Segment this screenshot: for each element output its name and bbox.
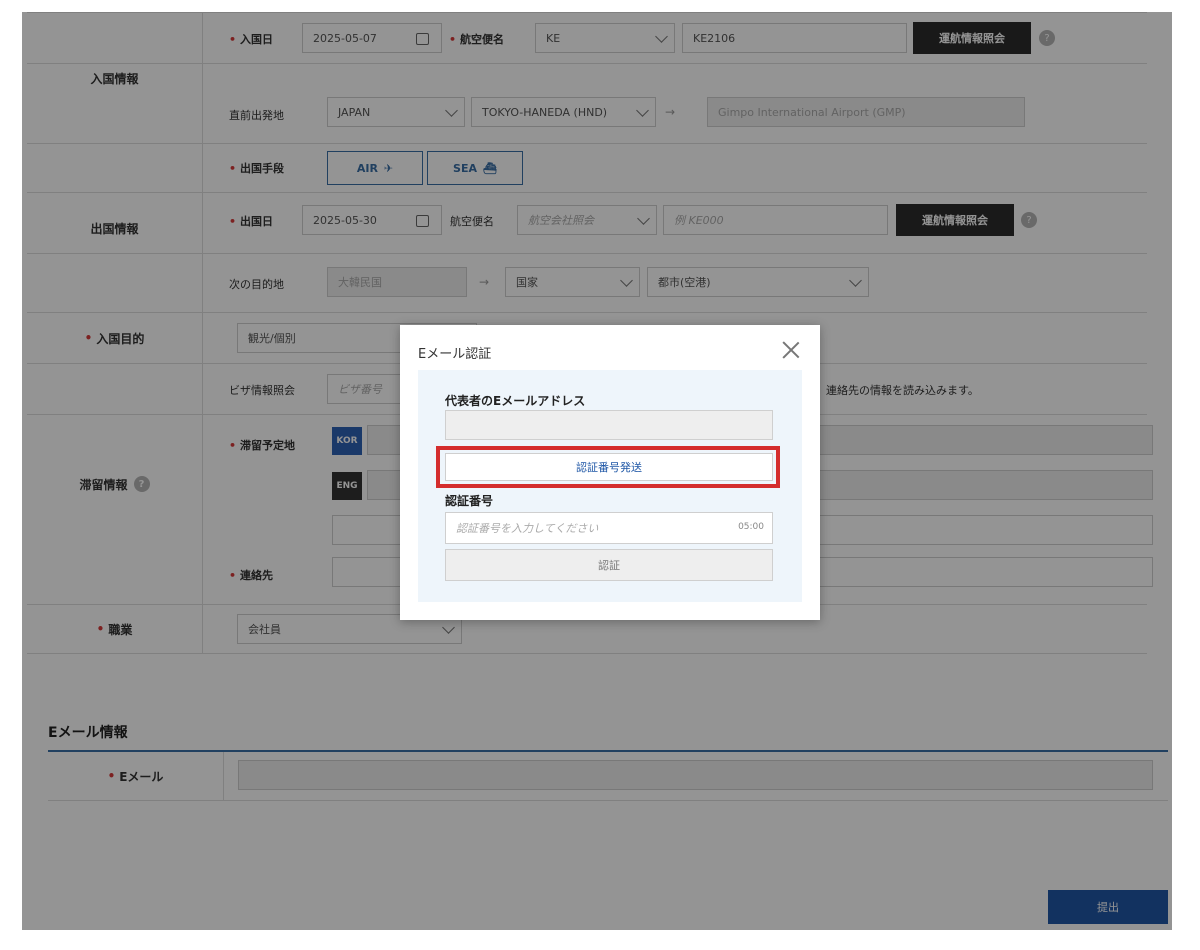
code-label: 認証番号 [445, 494, 494, 508]
rep-email-field [445, 410, 773, 440]
modal-title: Eメール認証 [418, 347, 492, 362]
timer: 05:00 [738, 522, 764, 532]
highlight-box [436, 446, 780, 488]
verify-button[interactable]: 認証 [445, 549, 773, 581]
code-input[interactable]: 認証番号を入力してください 05:00 [445, 512, 773, 544]
close-icon[interactable] [780, 339, 802, 361]
rep-email-label: 代表者のEメールアドレス [445, 394, 586, 408]
